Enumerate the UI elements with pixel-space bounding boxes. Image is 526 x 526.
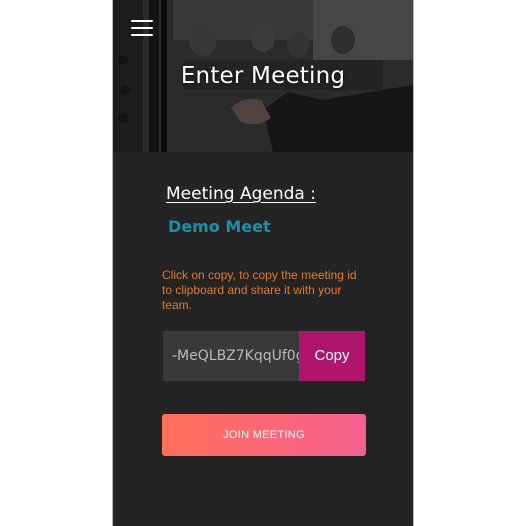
copy-button[interactable]: Copy bbox=[299, 331, 365, 381]
copy-instructions: Click on copy, to copy the meeting id to… bbox=[162, 268, 357, 312]
agenda-label: Meeting Agenda : bbox=[166, 184, 316, 204]
page-title: Enter Meeting bbox=[180, 63, 346, 89]
agenda-value: Demo Meet bbox=[168, 217, 271, 236]
join-meeting-button[interactable]: JOIN MEETING bbox=[162, 414, 366, 456]
header-banner: Enter Meeting bbox=[113, 0, 413, 152]
hamburger-menu-icon[interactable] bbox=[131, 20, 153, 36]
meeting-id-field[interactable] bbox=[163, 331, 299, 381]
app-screen: Enter Meeting Meeting Agenda : Demo Meet… bbox=[112, 0, 414, 526]
meeting-id-row: Copy bbox=[163, 331, 365, 381]
